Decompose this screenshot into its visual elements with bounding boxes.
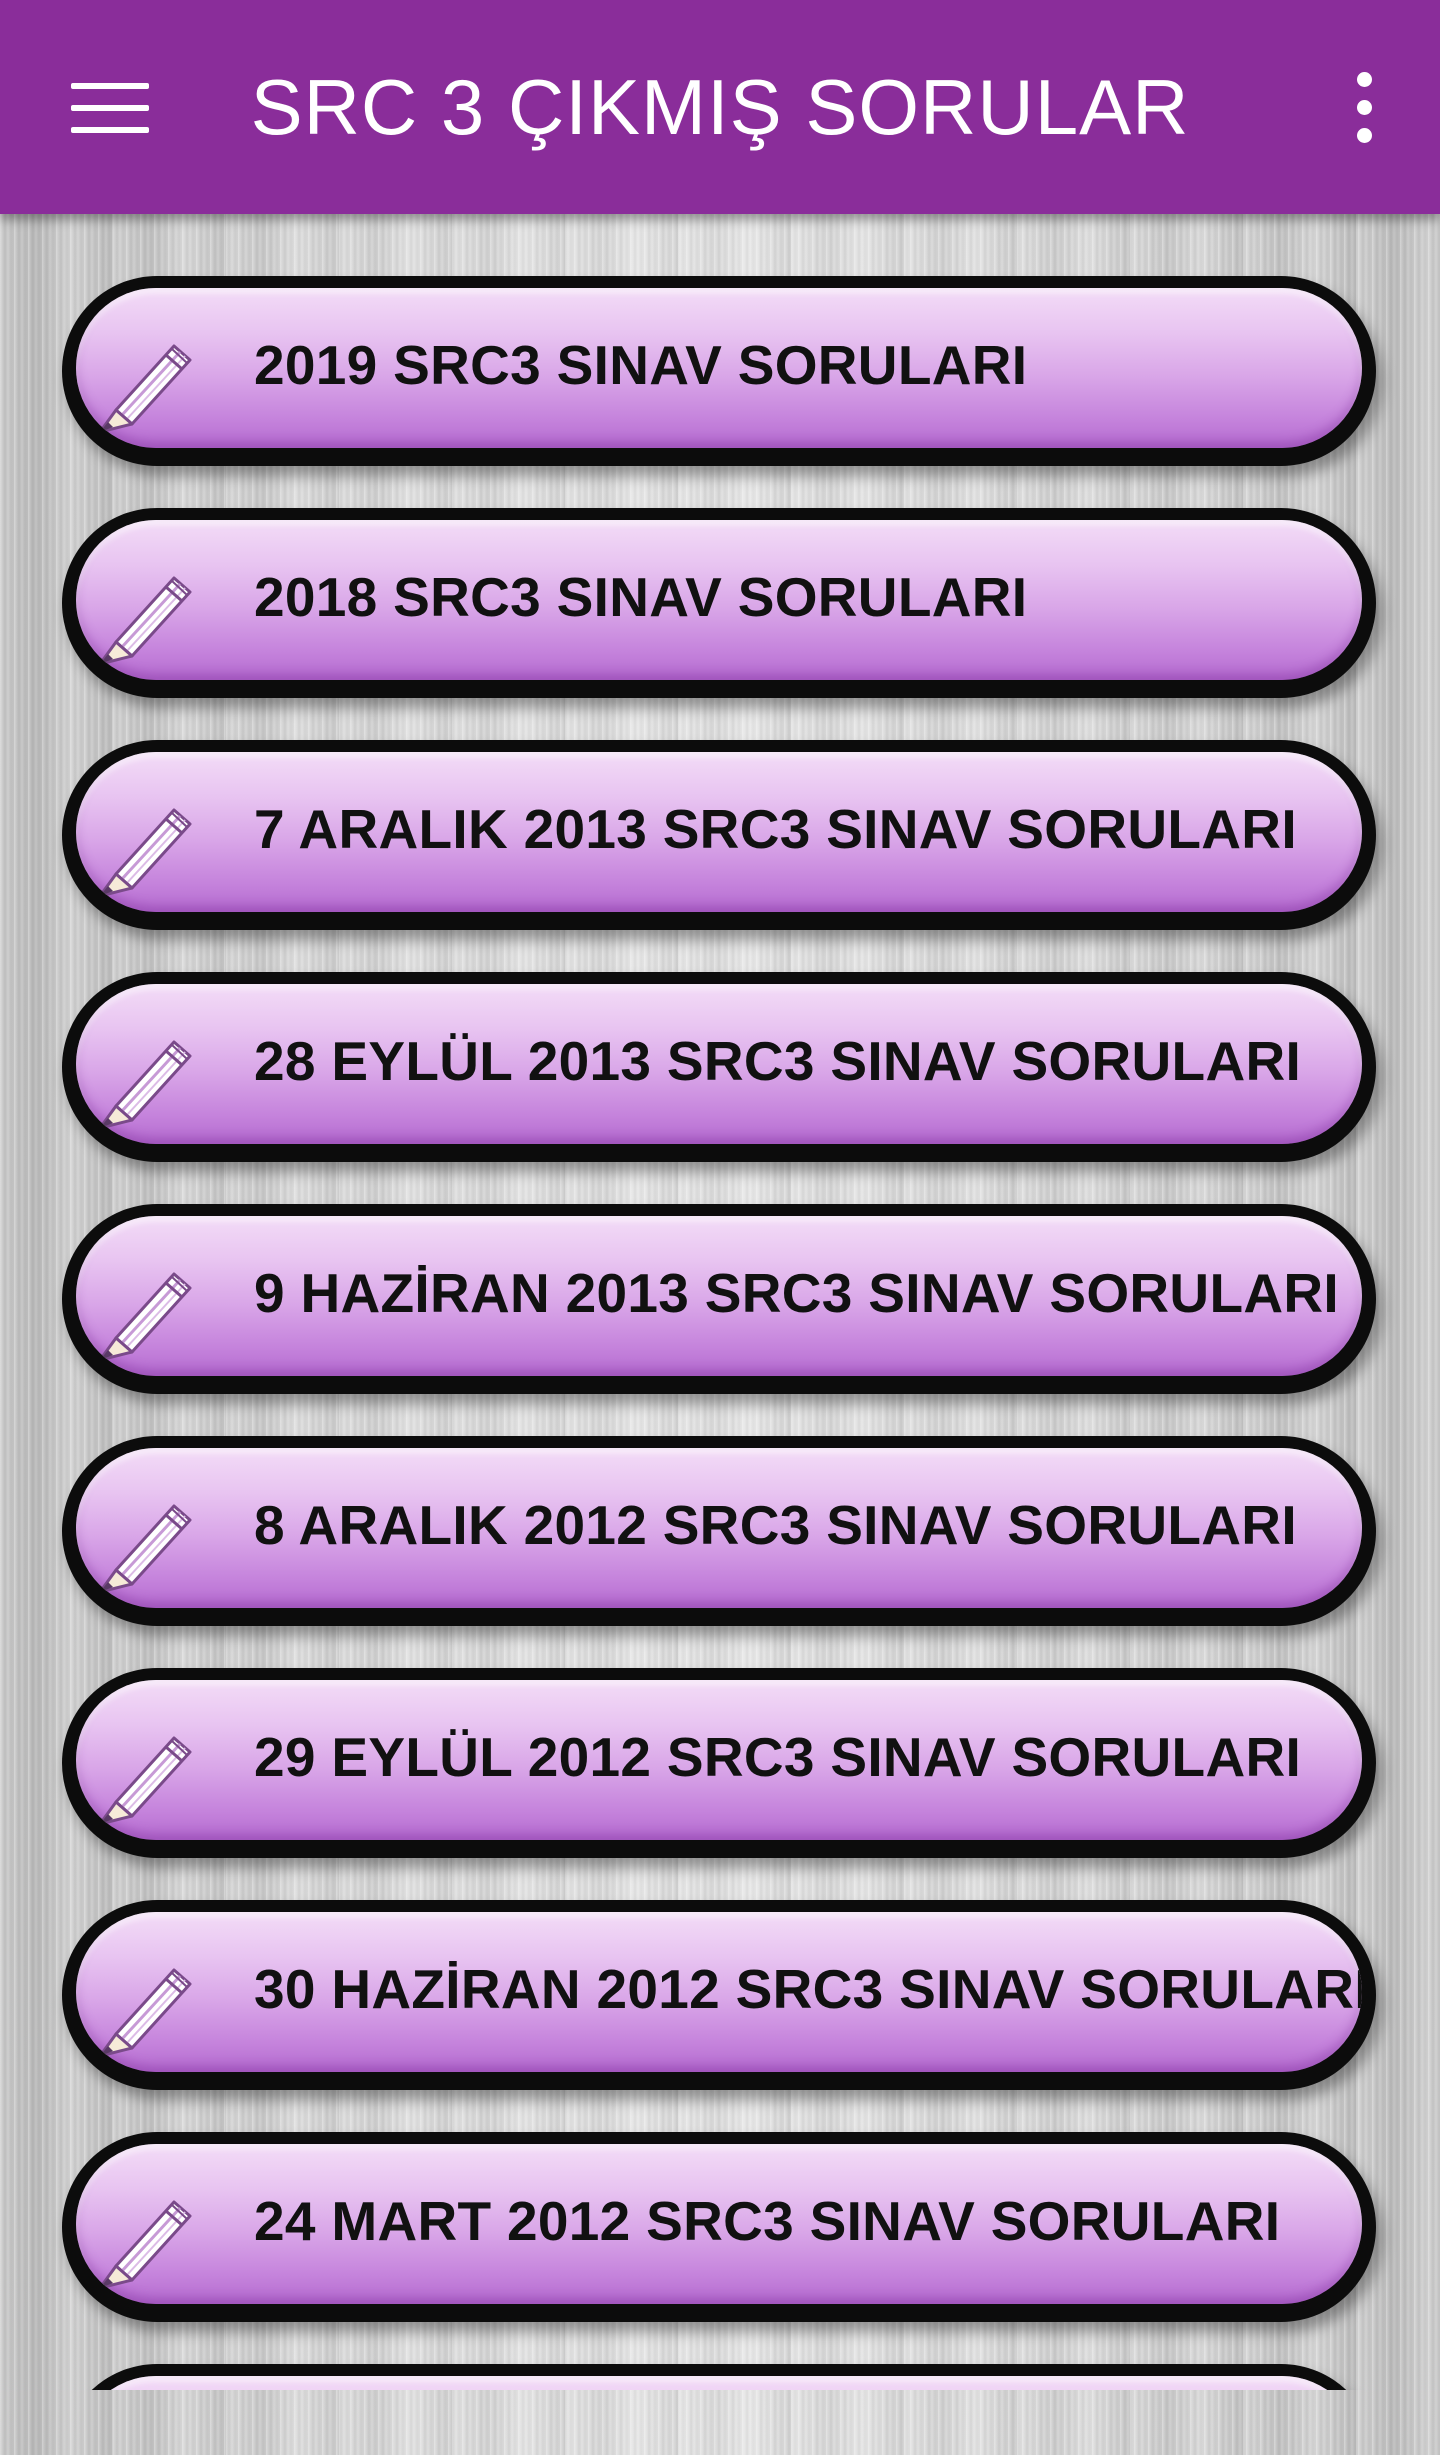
list-item-29-eylul-2012[interactable]: 29 EYLÜL 2012 SRC3 SINAV SORULARI (62, 1668, 1376, 1858)
pencil-icon (98, 1968, 192, 2058)
list-item-24-mart-2012[interactable]: 24 MART 2012 SRC3 SINAV SORULARI (62, 2132, 1376, 2322)
pencil-icon (98, 2200, 192, 2290)
pencil-icon (98, 1736, 192, 1826)
list-item-label: 7 ARALIK 2013 SRC3 SINAV SORULARI (254, 798, 1297, 860)
list-item-label: 8 ARALIK 2012 SRC3 SINAV SORULARI (254, 1494, 1297, 1556)
list-item-9-haziran-2013[interactable]: 9 HAZİRAN 2013 SRC3 SINAV SORULARI (62, 1204, 1376, 1394)
list-item-label: 29 EYLÜL 2012 SRC3 SINAV SORULARI (254, 1726, 1302, 1788)
pencil-icon (98, 576, 192, 666)
list-item-label: 2019 SRC3 SINAV SORULARI (254, 334, 1028, 396)
list-item-label: 28 EYLÜL 2013 SRC3 SINAV SORULARI (254, 1030, 1302, 1092)
list-item-2019[interactable]: 2019 SRC3 SINAV SORULARI (62, 276, 1376, 466)
pencil-icon (98, 808, 192, 898)
app-bar: SRC 3 ÇIKMIŞ SORULAR (0, 0, 1440, 214)
list-item-2018[interactable]: 2018 SRC3 SINAV SORULARI (62, 508, 1376, 698)
pencil-icon (98, 344, 192, 434)
list-item-28-eylul-2013[interactable]: 28 EYLÜL 2013 SRC3 SINAV SORULARI (62, 972, 1376, 1162)
list-item-7-aralik-2013[interactable]: 7 ARALIK 2013 SRC3 SINAV SORULARI (62, 740, 1376, 930)
exam-list: 2019 SRC3 SINAV SORULARI 2018 SRC3 SINAV… (0, 214, 1440, 2390)
list-item-label: 9 HAZİRAN 2013 SRC3 SINAV SORULARI (254, 1262, 1339, 1324)
list-item-next-partial[interactable] (62, 2364, 1376, 2390)
page-title: SRC 3 ÇIKMIŞ SORULAR (250, 63, 1190, 151)
list-item-8-aralik-2012[interactable]: 8 ARALIK 2012 SRC3 SINAV SORULARI (62, 1436, 1376, 1626)
hamburger-menu-icon[interactable] (60, 68, 160, 148)
pencil-icon (98, 1040, 192, 1130)
more-vert-icon[interactable] (1328, 62, 1400, 152)
list-item-label: 24 MART 2012 SRC3 SINAV SORULARI (254, 2190, 1281, 2252)
list-item-30-haziran-2012[interactable]: 30 HAZİRAN 2012 SRC3 SINAV SORULARI (62, 1900, 1376, 2090)
pencil-icon (98, 1504, 192, 1594)
list-item-label: 2018 SRC3 SINAV SORULARI (254, 566, 1028, 628)
list-item-label: 30 HAZİRAN 2012 SRC3 SINAV SORULARI (254, 1958, 1362, 2020)
pencil-icon (98, 1272, 192, 1362)
